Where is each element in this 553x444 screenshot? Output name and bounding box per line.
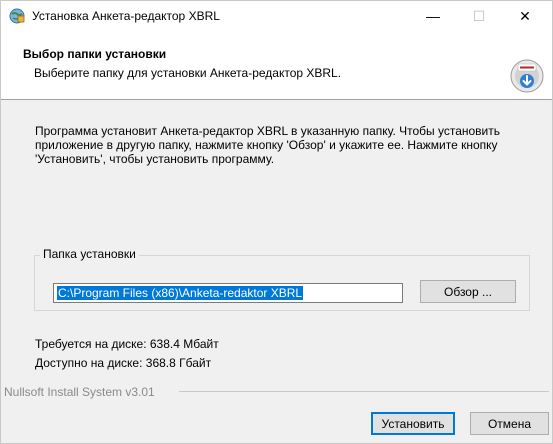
- page-title: Выбор папки установки: [23, 47, 167, 61]
- installer-globe-icon: [9, 8, 25, 24]
- install-disc-icon: [510, 59, 544, 93]
- browse-button[interactable]: Обзор ...: [420, 280, 516, 303]
- header-panel: Выбор папки установки Выберите папку для…: [1, 31, 552, 100]
- cancel-button[interactable]: Отмена: [470, 412, 549, 435]
- title-bar[interactable]: Установка Анкета-редактор XBRL — ☐ ✕: [1, 1, 552, 31]
- minimize-button[interactable]: —: [410, 1, 456, 31]
- close-icon: ✕: [519, 7, 531, 24]
- footer-divider: [179, 391, 549, 392]
- nsis-branding: Nullsoft Install System v3.01: [4, 385, 155, 399]
- install-button[interactable]: Установить: [371, 412, 455, 435]
- install-path-value: C:\Program Files (x86)\Anketa-redaktor X…: [57, 286, 304, 300]
- window-title: Установка Анкета-редактор XBRL: [32, 9, 220, 23]
- space-available: Доступно на диске: 368.8 Гбайт: [35, 356, 212, 370]
- minimize-icon: —: [426, 8, 440, 24]
- maximize-icon: ☐: [472, 7, 486, 24]
- install-folder-label: Папка установки: [40, 247, 139, 261]
- close-button[interactable]: ✕: [502, 1, 548, 31]
- installer-window: Установка Анкета-редактор XBRL — ☐ ✕ Выб…: [0, 0, 553, 444]
- space-required: Требуется на диске: 638.4 Мбайт: [35, 337, 219, 351]
- intro-text: Программа установит Анкета-редактор XBRL…: [35, 124, 500, 166]
- maximize-button: ☐: [456, 1, 502, 31]
- install-path-input[interactable]: C:\Program Files (x86)\Anketa-redaktor X…: [53, 283, 403, 303]
- page-subtitle: Выберите папку для установки Анкета-реда…: [34, 66, 342, 80]
